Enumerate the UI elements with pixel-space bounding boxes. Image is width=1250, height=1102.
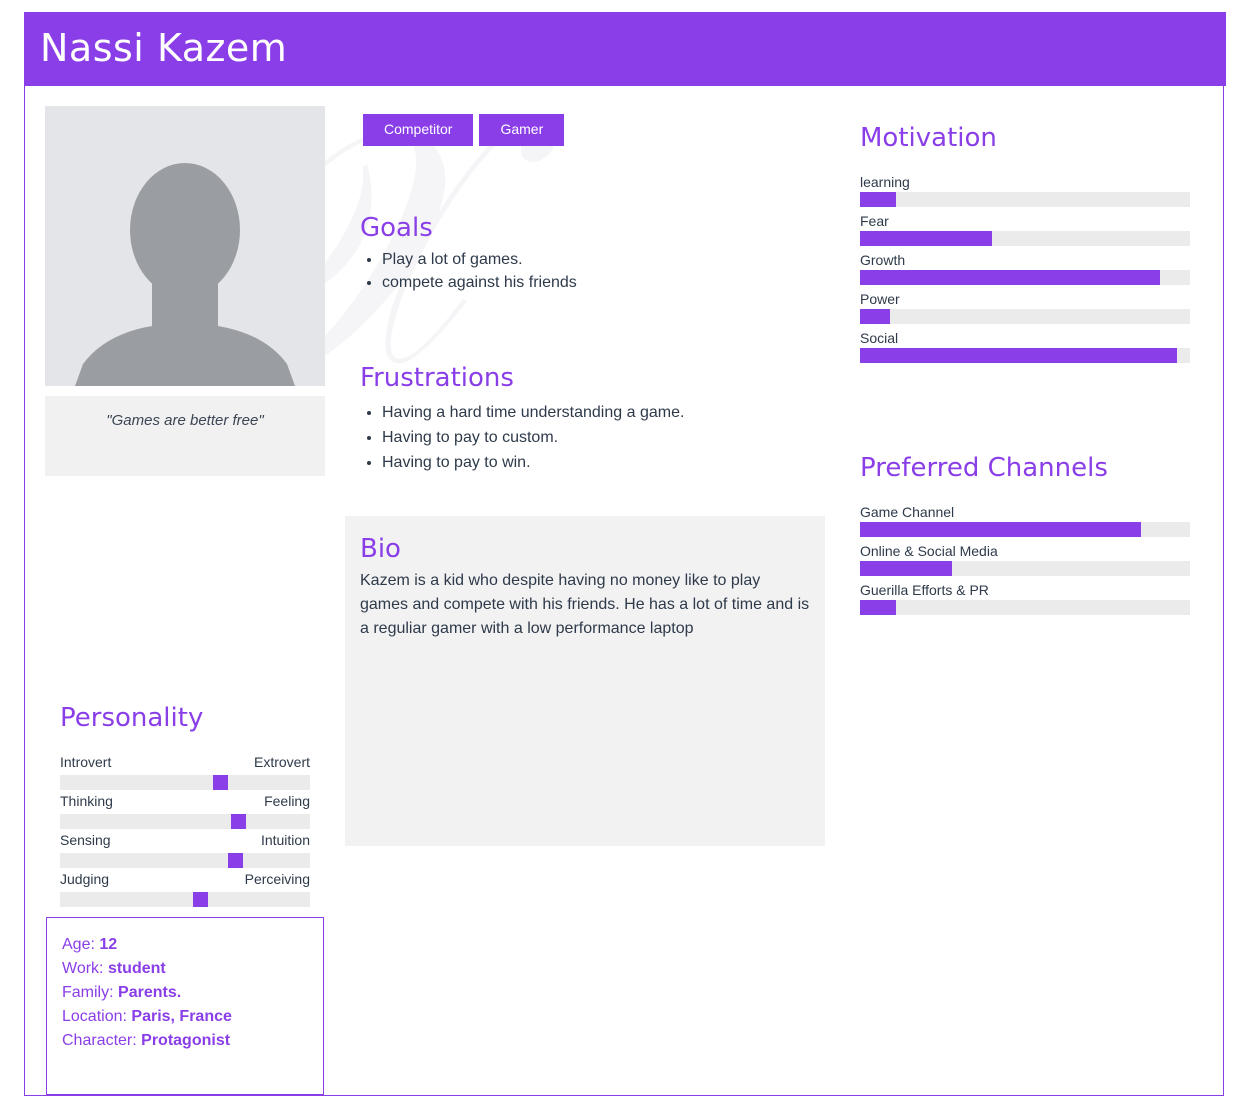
personality-marker — [213, 775, 228, 790]
bio-text: Kazem is a kid who despite having no mon… — [360, 572, 810, 637]
age-row: Age: 12 — [62, 933, 323, 957]
motivation-fill — [860, 231, 992, 246]
motivation-fill — [860, 270, 1161, 285]
character-label: Character: — [62, 1032, 137, 1049]
family-value: Parents. — [118, 984, 182, 1001]
goals-heading: Goals — [360, 213, 433, 243]
motivation-fill — [860, 348, 1177, 363]
trait-left-label: Sensing — [60, 832, 111, 848]
channel-label: Game Channel — [860, 504, 955, 520]
location-label: Location: — [62, 1008, 127, 1025]
channels-heading: Preferred Channels — [860, 453, 1108, 483]
motivation-fill — [860, 309, 890, 324]
bio-heading: Bio — [360, 534, 401, 564]
goals-list: Play a lot of games. compete against his… — [360, 251, 577, 297]
channel-bars: Game Channel Online & Social Media Gueri… — [860, 504, 1190, 621]
personality-sliders: Introvert Extrovert Thinking Feeling Sensi… — [60, 754, 310, 910]
location-value: Paris, France — [131, 1008, 232, 1025]
motivation-label: Social — [860, 330, 899, 346]
motivation-track — [860, 231, 1190, 246]
personality-track — [60, 853, 310, 868]
motivation-label: learning — [860, 174, 910, 190]
persona-quote-box: "Games are better free" — [45, 396, 325, 476]
trait-left-label: Judging — [60, 871, 110, 887]
personality-row: Sensing Intuition — [60, 832, 310, 849]
motivation-label: Fear — [860, 213, 889, 229]
tag-gamer[interactable]: Gamer — [479, 114, 565, 146]
character-row: Character: Protagonist — [62, 1029, 323, 1053]
persona-name: Nassi Kazem — [40, 26, 288, 70]
persona-tags: Competitor Gamer — [363, 114, 565, 146]
bio-panel: Bio Kazem is a kid who despite having no… — [345, 516, 825, 846]
frustrations-heading: Frustrations — [360, 363, 514, 393]
work-label: Work: — [62, 960, 104, 977]
personality-marker — [193, 892, 208, 907]
trait-right-label: Perceiving — [244, 871, 310, 887]
personality-track — [60, 814, 310, 829]
trait-left-label: Thinking — [60, 793, 113, 809]
motivation-label: Power — [860, 291, 900, 307]
persona-quote: "Games are better free" — [106, 412, 264, 429]
frustration-item: Having to pay to custom. — [382, 428, 684, 448]
family-row: Family: Parents. — [62, 981, 323, 1005]
personality-track — [60, 775, 310, 790]
channel-fill — [860, 600, 897, 615]
personality-marker — [228, 853, 243, 868]
motivation-track — [860, 309, 1190, 324]
frustrations-list: Having a hard time understanding a game.… — [360, 403, 684, 478]
goal-item: compete against his friends — [382, 274, 577, 292]
motivation-track — [860, 192, 1190, 207]
trait-right-label: Intuition — [260, 832, 310, 848]
personality-marker — [230, 814, 246, 829]
channel-track — [860, 522, 1190, 537]
goal-item: Play a lot of games. — [382, 251, 577, 269]
channel-track — [860, 600, 1190, 615]
motivation-heading: Motivation — [860, 123, 997, 153]
avatar — [45, 106, 325, 386]
personality-row: Introvert Extrovert — [60, 754, 310, 771]
age-value: 12 — [99, 936, 118, 953]
channel-fill — [860, 522, 1141, 537]
work-value: student — [107, 960, 166, 977]
motivation-label: Growth — [860, 252, 906, 268]
motivation-track — [860, 270, 1190, 285]
channel-track — [860, 561, 1190, 576]
header-bar: Nassi Kazem — [24, 12, 1226, 86]
personality-row: Thinking Feeling — [60, 793, 310, 810]
demographics-box: Age: 12 Work: student Family: Parents. L… — [46, 917, 324, 1095]
frustration-item: Having to pay to win. — [382, 453, 684, 473]
location-row: Location: Paris, France — [62, 1005, 323, 1029]
trait-left-label: Introvert — [60, 754, 112, 770]
tag-competitor[interactable]: Competitor — [363, 114, 474, 146]
channel-label: Online & Social Media — [860, 543, 998, 559]
work-row: Work: student — [62, 957, 323, 981]
character-value: Protagonist — [141, 1032, 231, 1049]
personality-heading: Personality — [60, 703, 204, 733]
motivation-fill — [860, 192, 897, 207]
age-label: Age: — [62, 936, 95, 953]
trait-right-label: Extrovert — [253, 754, 310, 770]
family-label: Family: — [62, 984, 114, 1001]
trait-right-label: Feeling — [264, 793, 310, 809]
frustration-item: Having a hard time understanding a game. — [382, 403, 684, 423]
channel-fill — [860, 561, 953, 576]
personality-track — [60, 892, 310, 907]
personality-row: Judging Perceiving — [60, 871, 310, 888]
motivation-track — [860, 348, 1190, 363]
motivation-bars: learning Fear Growth Power Social — [860, 174, 1190, 369]
person-silhouette-icon — [75, 163, 295, 386]
channel-label: Guerilla Efforts & PR — [860, 582, 989, 598]
